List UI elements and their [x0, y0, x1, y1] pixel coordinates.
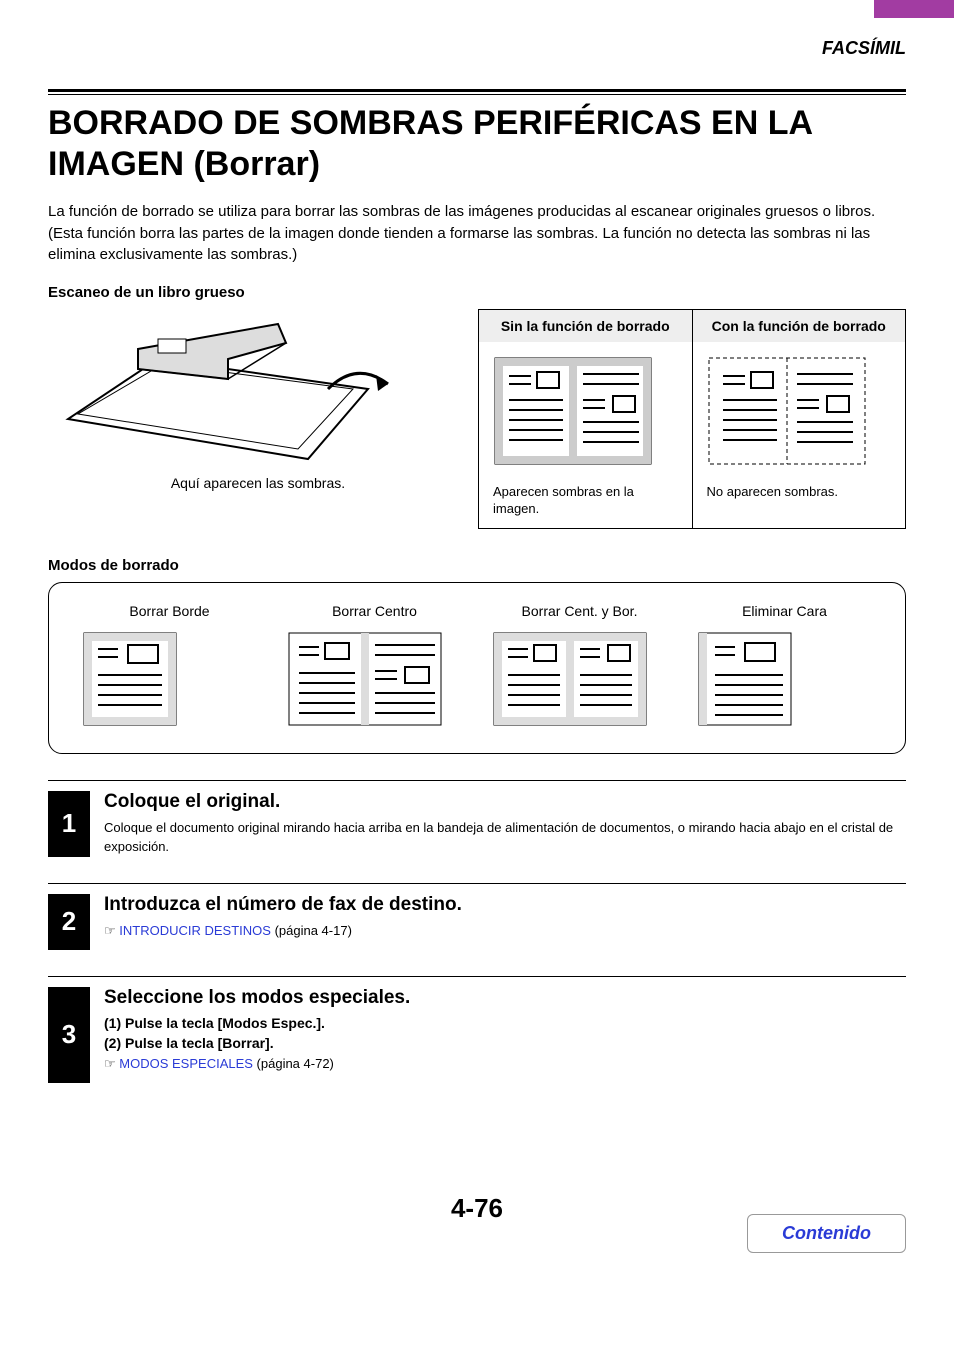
mode-edge-center-icon: [490, 629, 650, 729]
pointer-icon: ☞: [104, 1056, 116, 1071]
scan-caption: Aquí aparecen las sombras.: [48, 475, 468, 491]
step-3-title: Seleccione los modos especiales.: [104, 987, 906, 1009]
result-without-erase-icon: [493, 356, 653, 466]
section-label: FACSÍMIL: [48, 38, 906, 59]
book-scan-illustration: Aquí aparecen las sombras.: [48, 309, 468, 491]
step-3-sub2: (2) Pulse la tecla [Borrar].: [104, 1035, 906, 1051]
erase-modes-box: Borrar Borde Borrar Centro: [48, 582, 906, 754]
mode-edge-center: Borrar Cent. y Bor.: [490, 603, 670, 729]
step-2-title: Introduzca el número de fax de destino.: [104, 894, 906, 916]
modes-subheading: Modos de borrado: [48, 557, 906, 574]
mode-center-label: Borrar Centro: [285, 603, 465, 619]
mode-side-icon: [695, 629, 795, 729]
top-tab-strip: [0, 0, 954, 18]
mode-side-label: Eliminar Cara: [695, 603, 875, 619]
step-3-number: 3: [48, 987, 90, 1083]
step-2: 2 Introduzca el número de fax de destino…: [48, 894, 906, 950]
compare-note-without: Aparecen sombras en la imagen.: [493, 484, 678, 518]
mode-center-icon: [285, 629, 445, 729]
page-number: 4-76: [451, 1193, 503, 1223]
mode-edge-icon: [80, 629, 180, 729]
section-tab: [874, 0, 954, 18]
intro-paragraph: La función de borrado se utiliza para bo…: [48, 201, 906, 266]
step-3-link-suffix: (página 4-72): [253, 1056, 334, 1071]
compare-note-with: No aparecen sombras.: [707, 484, 892, 501]
step-divider: [48, 780, 906, 781]
mode-edge-center-label: Borrar Cent. y Bor.: [490, 603, 670, 619]
step-divider: [48, 883, 906, 884]
step-1: 1 Coloque el original. Coloque el docume…: [48, 791, 906, 857]
pointer-icon: ☞: [104, 923, 116, 938]
step-1-text: Coloque el documento original mirando ha…: [104, 819, 906, 857]
step-3: 3 Seleccione los modos especiales. (1) P…: [48, 987, 906, 1083]
compare-head-without: Sin la función de borrado: [479, 310, 693, 342]
step-2-number: 2: [48, 894, 90, 950]
page-content: FACSÍMIL BORRADO DE SOMBRAS PERIFÉRICAS …: [0, 18, 954, 1283]
step-3-link[interactable]: MODOS ESPECIALES: [119, 1056, 253, 1071]
contents-button[interactable]: Contenido: [747, 1214, 906, 1253]
title-rule: [48, 89, 906, 95]
page-title: BORRADO DE SOMBRAS PERIFÉRICAS EN LA IMA…: [48, 103, 906, 186]
step-2-link-suffix: (página 4-17): [271, 923, 352, 938]
comparison-table: Sin la función de borrado Con la función…: [478, 309, 906, 529]
step-3-sub1: (1) Pulse la tecla [Modos Espec.].: [104, 1015, 906, 1031]
mode-center: Borrar Centro: [285, 603, 465, 729]
step-1-title: Coloque el original.: [104, 791, 906, 813]
mode-edge: Borrar Borde: [80, 603, 260, 729]
scan-subheading: Escaneo de un libro grueso: [48, 284, 906, 301]
mode-side: Eliminar Cara: [695, 603, 875, 729]
step-1-number: 1: [48, 791, 90, 857]
mode-edge-label: Borrar Borde: [80, 603, 260, 619]
step-divider: [48, 976, 906, 977]
book-on-scanner-icon: [48, 309, 408, 469]
result-with-erase-icon: [707, 356, 867, 466]
compare-head-with: Con la función de borrado: [693, 310, 906, 342]
step-2-link[interactable]: INTRODUCIR DESTINOS: [119, 923, 271, 938]
